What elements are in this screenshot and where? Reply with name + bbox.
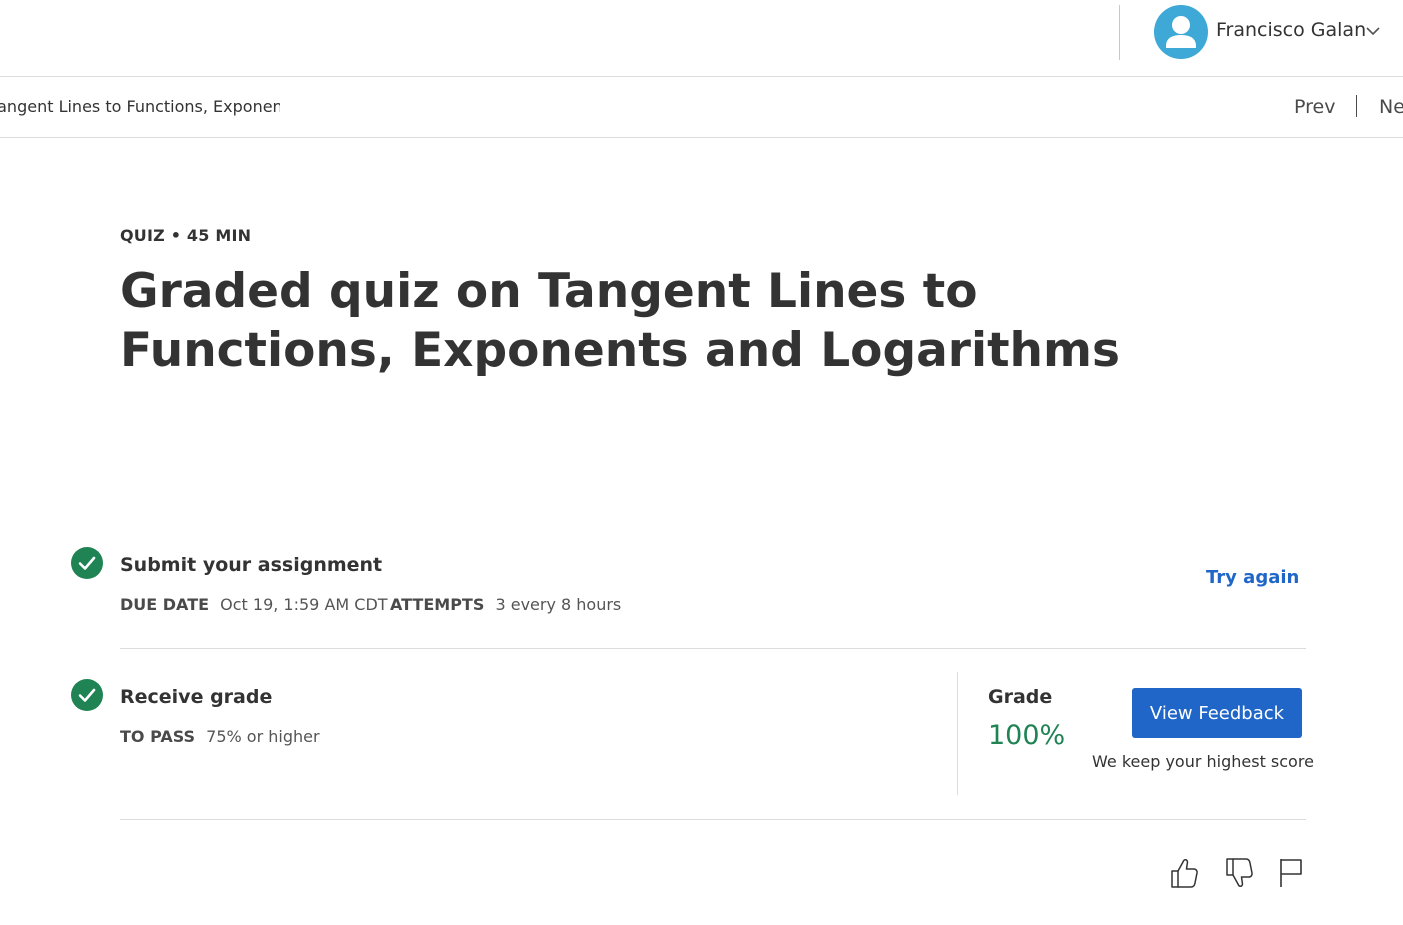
header-divider bbox=[1119, 5, 1120, 60]
next-button[interactable]: Next bbox=[1379, 96, 1403, 118]
pass-value: 75% or higher bbox=[206, 727, 320, 746]
top-header: Francisco Galan bbox=[0, 0, 1403, 77]
thumbs-down-icon[interactable] bbox=[1223, 856, 1255, 890]
breadcrumb[interactable]: Tangent Lines to Functions, Exponents an… bbox=[0, 97, 280, 119]
attempts-label: ATTEMPTS bbox=[390, 595, 485, 614]
grade-divider bbox=[957, 672, 958, 795]
due-date-label: DUE DATE bbox=[120, 595, 210, 614]
view-feedback-button[interactable]: View Feedback bbox=[1132, 688, 1302, 738]
page-title: Graded quiz on Tangent Lines to Function… bbox=[120, 264, 1120, 378]
due-date: DUE DATE Oct 19, 1:59 AM CDT bbox=[120, 595, 388, 614]
breadcrumb-label: Tangent Lines to Functions, Exponents an… bbox=[0, 97, 280, 116]
user-avatar-icon[interactable] bbox=[1154, 5, 1208, 59]
nav-divider bbox=[1356, 95, 1357, 117]
chevron-down-icon[interactable] bbox=[1365, 25, 1381, 37]
attempts: ATTEMPTS 3 every 8 hours bbox=[390, 595, 621, 614]
try-again-link[interactable]: Try again bbox=[1206, 567, 1299, 588]
pass-requirement: TO PASS 75% or higher bbox=[120, 727, 320, 746]
user-name[interactable]: Francisco Galan bbox=[1216, 19, 1366, 41]
due-date-value: Oct 19, 1:59 AM CDT bbox=[220, 595, 388, 614]
highest-score-note: We keep your highest score bbox=[1092, 752, 1314, 771]
grade-step-title: Receive grade bbox=[120, 686, 273, 708]
quiz-kicker: QUIZ • 45 MIN bbox=[120, 226, 252, 245]
attempts-value: 3 every 8 hours bbox=[495, 595, 622, 614]
pass-label: TO PASS bbox=[120, 727, 196, 746]
section-divider bbox=[120, 819, 1306, 820]
thumbs-up-icon[interactable] bbox=[1168, 856, 1200, 890]
check-circle-icon bbox=[71, 547, 103, 579]
section-divider bbox=[120, 648, 1306, 649]
flag-icon[interactable] bbox=[1278, 857, 1304, 889]
submit-step-title: Submit your assignment bbox=[120, 554, 383, 576]
prev-button[interactable]: Prev bbox=[1294, 96, 1335, 118]
breadcrumb-bar: Tangent Lines to Functions, Exponents an… bbox=[0, 77, 1403, 138]
check-circle-icon bbox=[71, 679, 103, 711]
grade-label: Grade bbox=[988, 686, 1053, 708]
grade-value: 100% bbox=[988, 720, 1066, 751]
